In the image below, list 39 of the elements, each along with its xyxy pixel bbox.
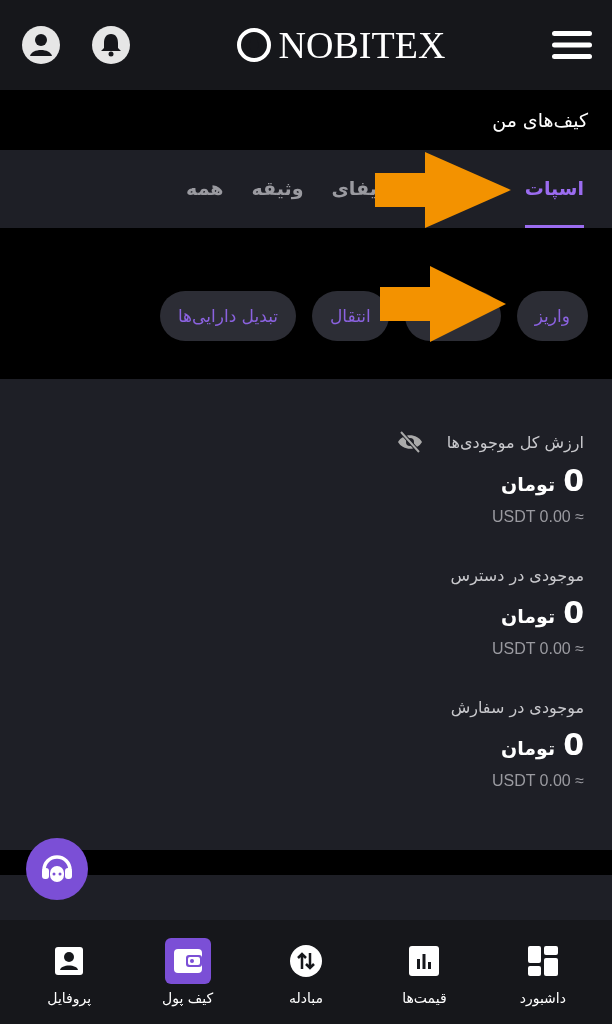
wallet-tab[interactable]: یفای (331, 150, 377, 228)
arrow-icon (375, 152, 511, 228)
action-button[interactable]: واریز (516, 290, 588, 341)
nav-label: قیمت‌ها (402, 990, 447, 1006)
logo-icon (236, 28, 271, 62)
wallet-tab[interactable]: وثیقه (251, 150, 304, 228)
arrow-icon (380, 266, 506, 342)
balance-label: ارزش کل موجودی‌ها (446, 432, 584, 452)
nav-item[interactable]: کیف پول (128, 920, 247, 1024)
wallet-tab[interactable]: اسپات (524, 150, 584, 228)
user-icon (29, 32, 53, 58)
page-title: کیف‌های من (492, 109, 588, 131)
eye-slash-icon[interactable] (396, 431, 423, 453)
balance-label: موجودی در سفارش (450, 698, 584, 717)
menu-icon[interactable] (552, 30, 592, 60)
account-button[interactable] (22, 26, 60, 64)
nav-label: مبادله (289, 990, 323, 1006)
nav-label: کیف پول (162, 990, 214, 1006)
notifications-button[interactable] (92, 26, 130, 64)
wallet-icon (172, 946, 203, 976)
swap-icon (290, 945, 322, 977)
nav-item[interactable]: پروفایل (10, 920, 129, 1024)
nav-label: پروفایل (47, 990, 92, 1006)
nav-item[interactable]: مبادله (246, 920, 366, 1024)
usdt-equivalent: ≈ USDT 0.00 (490, 508, 584, 526)
nav-item[interactable]: داشبورد (483, 920, 602, 1024)
wallet-tab[interactable]: همه (186, 150, 224, 228)
logo-text: NOBITEX (278, 23, 446, 67)
usdt-equivalent: ≈ USDT 0.00 (490, 772, 584, 790)
bell-icon (99, 32, 123, 58)
bar-chart-icon (409, 946, 440, 976)
balance-label: موجودی در دسترس (450, 566, 584, 585)
dashboard-icon (527, 946, 558, 976)
action-button[interactable]: انتقال (312, 290, 389, 341)
action-button[interactable]: تبدیل دارایی‌ها (159, 290, 296, 341)
nav-item[interactable]: قیمت‌ها (365, 920, 484, 1024)
usdt-equivalent: ≈ USDT 0.00 (490, 640, 584, 658)
profile-icon (55, 947, 84, 975)
nav-label: داشبورد (519, 990, 566, 1006)
